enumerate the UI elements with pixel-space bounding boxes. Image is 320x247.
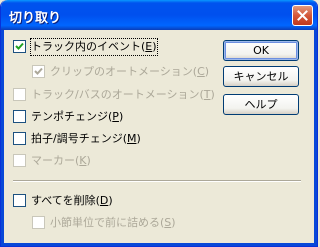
title-bar[interactable]: 切り取り (1, 0, 317, 30)
delete-all-checkbox[interactable] (13, 194, 26, 207)
meter-key-change-label: 拍子/調号チェンジ(M) (31, 132, 141, 145)
window-frame-right (314, 30, 317, 246)
events-in-track-label: トラック内のイベント(E) (30, 38, 158, 56)
help-button[interactable]: ヘルプ (223, 94, 299, 115)
checkmark-icon (34, 67, 43, 75)
events-in-track-checkbox[interactable] (13, 40, 26, 53)
window-title: 切り取り (9, 11, 62, 26)
checkmark-icon (15, 42, 24, 50)
separator (13, 180, 301, 182)
markers-label: マーカー(K) (31, 154, 91, 167)
shift-by-measure-label: 小節単位で前に詰める(S) (50, 216, 176, 229)
track-bus-automation-label: トラック/バスのオートメーション(T) (31, 88, 215, 101)
window-frame-left (1, 30, 4, 246)
close-icon (297, 10, 308, 21)
tempo-change-checkbox[interactable] (13, 110, 26, 123)
track-bus-automation-checkbox[interactable] (13, 88, 26, 101)
delete-all-label: すべてを削除(D) (31, 194, 113, 207)
shift-by-measure-checkbox[interactable] (32, 216, 45, 229)
clip-automation-checkbox[interactable] (32, 65, 45, 78)
meter-key-change-checkbox[interactable] (13, 132, 26, 145)
clip-automation-label: クリップのオートメーション(C) (50, 65, 210, 78)
close-button[interactable] (292, 5, 313, 26)
cancel-button[interactable]: キャンセル (223, 66, 299, 87)
tempo-change-label: テンポチェンジ(P) (31, 110, 124, 123)
cut-dialog: 切り取り トラック内のイベント(E) クリップのオートメーション(C) トラック… (0, 0, 318, 247)
markers-checkbox[interactable] (13, 154, 26, 167)
window-frame-bottom (1, 243, 317, 246)
ok-button[interactable]: OK (223, 40, 299, 61)
